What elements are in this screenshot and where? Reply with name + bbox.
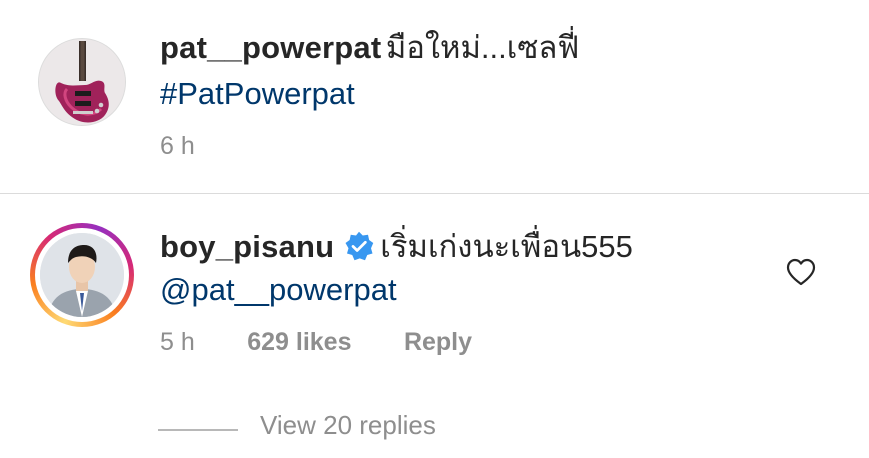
caption-meta: 6 h	[160, 131, 195, 165]
divider	[0, 193, 869, 194]
caption-time[interactable]: 6 h	[160, 131, 195, 161]
reply-button[interactable]: Reply	[404, 327, 472, 357]
reply-meta: 5 h 629 likes Reply	[160, 327, 472, 361]
caption-line: pat__powerpat มือใหม่...เซลฟี่	[160, 30, 579, 72]
caption-text: มือใหม่...เซลฟี่	[385, 30, 580, 65]
caption-comment: pat__powerpat มือใหม่...เซลฟี่ #PatPower…	[0, 0, 869, 194]
comment-thread: pat__powerpat มือใหม่...เซลฟี่ #PatPower…	[0, 0, 869, 458]
reply-avatar[interactable]	[40, 233, 124, 317]
reply-mention[interactable]: @pat__powerpat	[160, 272, 397, 307]
reply-username[interactable]: boy_pisanu	[160, 229, 334, 264]
verified-badge-icon	[345, 231, 374, 261]
reply-time[interactable]: 5 h	[160, 327, 195, 357]
caption-hashtag-line: #PatPowerpat	[160, 76, 355, 118]
reply-text: เริ่มเก่งนะเพื่อน555	[380, 229, 633, 264]
view-replies-line	[158, 428, 238, 431]
caption-hashtag[interactable]: #PatPowerpat	[160, 76, 355, 111]
reply-line: boy_pisanu เริ่มเก่งนะเพื่อน555	[160, 229, 633, 271]
view-replies-label: View 20 replies	[260, 410, 436, 440]
heart-outline-icon[interactable]	[786, 258, 816, 286]
guitar-icon	[39, 39, 125, 125]
person-avatar-icon	[40, 233, 124, 317]
caption-avatar[interactable]	[38, 38, 126, 126]
view-replies-button[interactable]: View 20 replies	[158, 410, 436, 445]
reply-mention-line: @pat__powerpat	[160, 272, 397, 314]
caption-username[interactable]: pat__powerpat	[160, 30, 381, 65]
likes-count[interactable]: 629 likes	[247, 327, 351, 357]
